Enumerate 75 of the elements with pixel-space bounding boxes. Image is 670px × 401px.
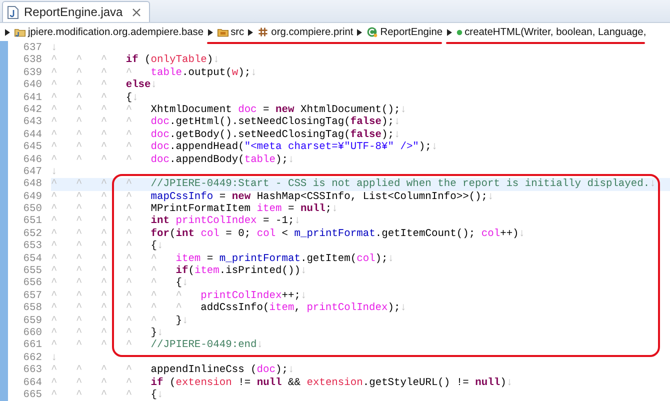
line-number: 663	[22, 364, 42, 377]
code-line: ^ ^ ^ ^ }↓	[51, 326, 164, 340]
line-number: 662	[22, 352, 42, 364]
code-line: ^ ^ ^ else↓	[51, 79, 158, 92]
line-number: 664	[22, 376, 42, 389]
package-icon	[257, 26, 270, 38]
line-number: 653	[22, 240, 42, 253]
code-line: ^ ^ ^ ^ ^ ^ printColIndex++;↓	[51, 290, 308, 302]
code-line: ^ ^ ^ ^ doc.appendHead("<meta charset=¥"UTF-8¥" />");↓	[51, 141, 439, 154]
code-line: ^ ^ ^ ^ doc.getHtml().setNeedClosingTag(false);↓	[51, 116, 402, 129]
line-number: 660	[22, 326, 42, 340]
line-number: 655	[22, 265, 42, 278]
line-number: 649	[22, 190, 42, 204]
line-number: 640	[22, 79, 42, 92]
source-folder-icon	[216, 26, 229, 38]
code-line: ^ ^ ^ ^ ^ if(item.isPrinted())↓	[51, 265, 308, 278]
line-number: 658	[22, 302, 42, 315]
code-line: ↓	[51, 42, 58, 54]
code-line: ^ ^ ^ ^ ^ }↓	[51, 314, 190, 327]
line-number: 661	[22, 339, 42, 352]
close-icon[interactable]	[132, 8, 141, 16]
line-number: 639	[22, 66, 42, 80]
line-number: 656	[22, 277, 42, 290]
code-line: ^ ^ ^ ^ {↓	[51, 240, 164, 253]
line-number: 642	[22, 104, 42, 116]
code-line: ^ ^ ^ ^ //JPIERE-0449:end↓	[51, 339, 264, 352]
editor-tab[interactable]: ReportEngine.java	[2, 1, 150, 22]
line-number: 644	[22, 128, 42, 142]
code-line: ↓	[51, 352, 58, 364]
chevron-icon[interactable]	[357, 28, 362, 36]
breadcrumb-item[interactable]: createHTML(Writer, boolean, Language,	[454, 26, 648, 38]
code-line: ^ ^ ^ ^ ^ item = m_printFormat.getItem(col);↓	[51, 252, 396, 265]
code-line: ^ ^ ^ ^ table.output(w);↓	[51, 66, 258, 80]
line-number: 643	[22, 116, 42, 129]
line-number: 647	[22, 166, 42, 178]
breadcrumb-item[interactable]: ReportEngine	[365, 26, 444, 38]
breadcrumb-item[interactable]: org.compiere.print	[256, 26, 354, 38]
chevron-icon[interactable]	[208, 28, 213, 36]
class-icon	[366, 26, 378, 38]
chevron-icon[interactable]	[248, 28, 254, 36]
code-line: ^ ^ ^ ^ MPrintFormatItem item = null;↓	[51, 203, 339, 216]
code-line: ^ ^ ^ ^ if (extension != null && extension.getStyleURL() != null)↓	[51, 376, 514, 389]
line-number: 665	[22, 388, 42, 401]
line-number: 659	[22, 314, 42, 327]
line-number: 650	[22, 203, 42, 216]
code-line: ^ ^ ^ ^ doc.appendBody(table);↓	[51, 154, 296, 166]
line-number: 641	[22, 92, 42, 104]
code-line: ^ ^ ^ ^ {↓	[51, 388, 164, 401]
line-number: 638	[22, 54, 42, 67]
code-line: ^ ^ ^ ^ int printColIndex = -1;↓	[51, 215, 302, 228]
chevron-icon[interactable]	[5, 28, 10, 36]
code-line: ↓	[51, 166, 58, 178]
java-file-icon	[7, 6, 19, 18]
project-folder-icon	[14, 26, 26, 38]
line-number: 657	[22, 290, 42, 302]
code-line: ^ ^ ^ if (onlyTable)↓	[51, 54, 220, 67]
code-line: ^ ^ ^ ^ ^ ^ addCssInfo(item, printColIndex);↓	[51, 302, 408, 315]
line-number: 645	[22, 141, 42, 154]
line-number: 637	[22, 42, 42, 54]
code-line: ^ ^ ^ ^ for(int col = 0; col < m_printFormat.getItemCount(); col++)↓	[51, 228, 526, 240]
line-number: 646	[22, 154, 42, 166]
line-number: 651	[22, 215, 42, 228]
code-line: ^ ^ ^ ^ appendInlineCss (doc);↓	[51, 364, 296, 377]
code-line: ^ ^ ^ ^ mapCssInfo = new HashMap<CSSInfo, List<ColumnInfo>>();↓	[51, 190, 495, 204]
code-line: ^ ^ ^ {↓	[51, 92, 140, 104]
line-number: 654	[22, 252, 42, 266]
line-number: 648	[22, 178, 42, 191]
line-number: 652	[22, 228, 42, 240]
code-line: ^ ^ ^ ^ doc.getBody().setNeedClosingTag(false);↓	[51, 128, 402, 142]
method-icon	[456, 28, 463, 36]
breadcrumb-item[interactable]: src	[216, 26, 246, 38]
code-line: ^ ^ ^ ^ XhtmlDocument doc = new XhtmlDocument();↓	[51, 104, 408, 116]
chevron-icon[interactable]	[446, 28, 452, 36]
breadcrumb-item[interactable]: jpiere.modification.org.adempiere.base	[13, 26, 205, 38]
code-line: ^ ^ ^ ^ ^ {↓	[51, 277, 190, 290]
